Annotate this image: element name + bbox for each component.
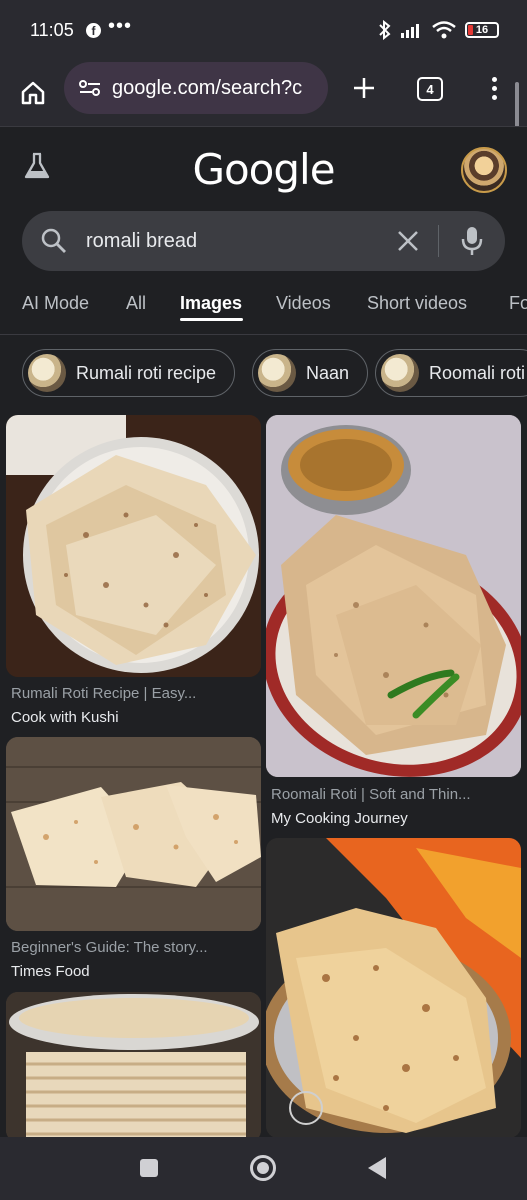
status-time: 11:05	[30, 20, 74, 40]
image-results: Rumali Roti Recipe | Easy... Cook with K…	[0, 412, 527, 1137]
related-search-chips: Rumali roti recipe Naan Roomali roti	[0, 340, 527, 406]
result-title[interactable]: Beginner's Guide: The story...	[11, 939, 208, 956]
chip-label: Roomali roti	[429, 362, 526, 383]
home-icon	[21, 81, 45, 105]
wifi-icon	[432, 21, 456, 39]
tab-all[interactable]: All	[126, 293, 146, 314]
tab-ai-mode[interactable]: AI Mode	[22, 293, 89, 314]
chip-roomali-roti[interactable]: Roomali roti	[375, 349, 527, 397]
google-logo[interactable]: Google	[0, 145, 527, 194]
result-title[interactable]: Rumali Roti Recipe | Easy...	[11, 685, 196, 702]
recent-apps-button[interactable]	[140, 1159, 158, 1177]
facebook-icon: f	[86, 23, 101, 38]
status-bar: 11:05 f ••• 16	[0, 0, 527, 62]
result-image[interactable]	[6, 415, 261, 677]
site-settings-icon	[79, 80, 100, 96]
status-icons: 16	[378, 20, 499, 40]
tab-more[interactable]: Fo	[509, 293, 527, 314]
search-tabs: AI Mode All Images Videos Short videos F…	[0, 287, 527, 335]
google-header: Google romali bread AI Mode All Images V…	[0, 126, 527, 336]
browser-toolbar: google.com/search?c 4	[0, 62, 527, 126]
result-image[interactable]	[266, 415, 521, 777]
search-icon	[41, 228, 66, 253]
result-image[interactable]	[6, 737, 261, 931]
search-divider	[438, 225, 439, 257]
chip-thumbnail	[381, 354, 419, 392]
chip-rumali-roti-recipe[interactable]: Rumali roti recipe	[22, 349, 236, 397]
new-tab-button[interactable]	[346, 70, 382, 106]
rumali-roti-photo	[6, 415, 261, 677]
battery-level: 16	[475, 24, 489, 36]
home-nav-button[interactable]	[250, 1155, 276, 1181]
result-image[interactable]	[6, 992, 261, 1137]
result-title[interactable]: Roomali Roti | Soft and Thin...	[271, 786, 471, 803]
chip-thumbnail	[28, 354, 66, 392]
url-text: google.com/search?c	[112, 76, 303, 99]
search-input[interactable]: romali bread	[22, 211, 505, 271]
chip-label: Rumali roti recipe	[76, 362, 217, 383]
tab-images[interactable]: Images	[180, 293, 242, 314]
bluetooth-icon	[379, 20, 391, 40]
roti-stack-photo	[6, 992, 261, 1137]
back-button[interactable]	[368, 1157, 386, 1179]
microphone-icon[interactable]	[460, 225, 484, 257]
clear-icon[interactable]	[394, 227, 422, 255]
tab-switcher-button[interactable]: 4	[417, 77, 443, 101]
active-tab-indicator	[180, 318, 243, 321]
roti-basket-photo	[266, 838, 521, 1137]
result-source[interactable]: Times Food	[11, 963, 90, 980]
more-menu-button[interactable]	[480, 70, 508, 106]
more-notifications-icon: •••	[108, 15, 133, 37]
plus-icon	[354, 78, 374, 98]
tab-videos[interactable]: Videos	[276, 293, 331, 314]
home-button[interactable]	[14, 74, 52, 112]
search-query: romali bread	[86, 230, 198, 252]
address-bar[interactable]: google.com/search?c	[64, 62, 328, 114]
system-nav-bar	[0, 1137, 527, 1200]
battery-icon: 16	[465, 22, 499, 38]
tab-short-videos[interactable]: Short videos	[367, 293, 467, 314]
chip-thumbnail	[258, 354, 296, 392]
chip-naan[interactable]: Naan	[252, 349, 369, 397]
result-image[interactable]	[266, 838, 521, 1137]
roomali-roti-photo	[266, 415, 521, 777]
avatar[interactable]	[461, 147, 507, 193]
signal-icon	[401, 24, 419, 38]
chip-label: Naan	[306, 362, 350, 383]
result-source[interactable]: My Cooking Journey	[271, 810, 408, 827]
result-source[interactable]: Cook with Kushi	[11, 709, 119, 726]
folded-roti-photo	[6, 737, 261, 931]
